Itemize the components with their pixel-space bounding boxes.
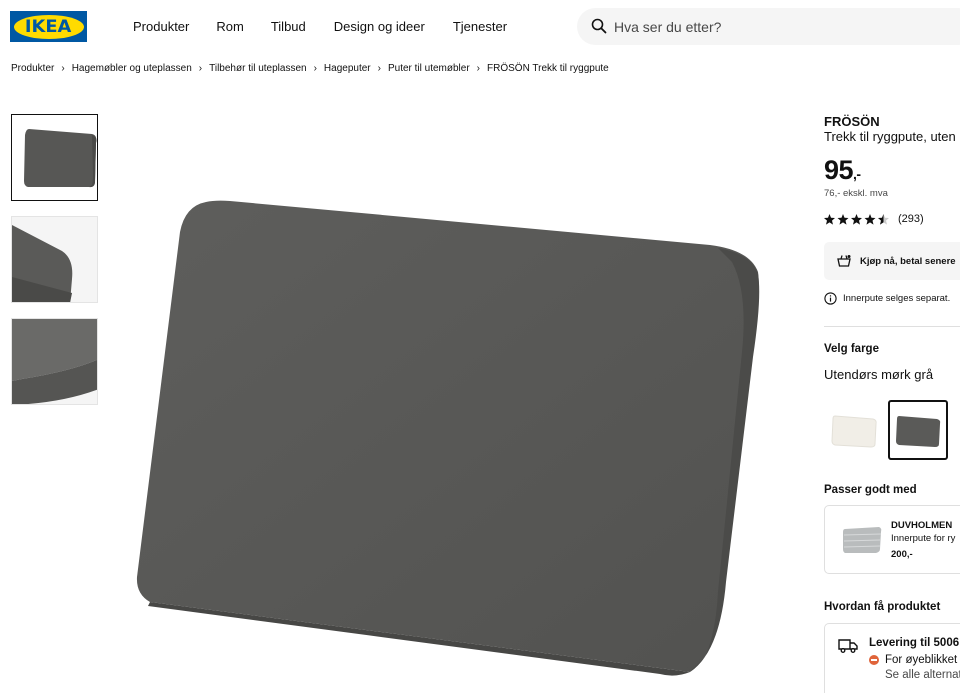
search-icon	[591, 18, 607, 34]
breadcrumb-item[interactable]: Hageputer	[324, 63, 371, 74]
logo-text: IKEA	[25, 16, 72, 37]
thumbnail-front[interactable]	[11, 114, 98, 201]
swatch-dark-grey-image	[896, 416, 941, 447]
duvholmen-image	[843, 527, 882, 553]
nav-item-produkter[interactable]: Produkter	[133, 19, 189, 34]
price-suffix: ,-	[853, 166, 861, 182]
breadcrumb-current[interactable]: FRÖSÖN Trekk til ryggpute	[487, 63, 609, 74]
swatch-white[interactable]	[824, 400, 884, 460]
chevron-right-icon: ›	[61, 63, 65, 74]
match-card[interactable]: DUVHOLMEN Innerpute for ry 200,-	[824, 505, 960, 574]
delivery-card[interactable]: Levering til 5006 For øyeblikket Se alle…	[824, 623, 960, 693]
breadcrumb-item[interactable]: Hagemøbler og uteplassen	[72, 63, 192, 74]
chevron-right-icon: ›	[476, 63, 481, 74]
rating-count[interactable]: (293)	[898, 213, 924, 225]
info-icon	[824, 292, 837, 305]
delivery-alternatives-link[interactable]: Se alle alternat	[885, 669, 960, 681]
pay-later-icon	[837, 255, 851, 267]
chevron-right-icon: ›	[313, 63, 317, 74]
truck-icon	[838, 639, 858, 653]
delivery-status: For øyeblikket	[869, 654, 957, 666]
delivery-title: Levering til 5006	[869, 637, 960, 649]
product-main-image[interactable]	[120, 112, 810, 693]
breadcrumb-item[interactable]: Tilbehør til uteplassen	[209, 63, 306, 74]
search-input[interactable]	[614, 8, 954, 45]
selected-color-name: Utendørs mørk grå	[824, 367, 934, 382]
cushion-detail-image	[12, 319, 97, 404]
info-note-row: Innerpute selges separat.	[824, 292, 950, 305]
match-price: 200,-	[891, 549, 913, 560]
divider	[824, 326, 960, 327]
match-name: DUVHOLMEN	[891, 520, 953, 531]
breadcrumb-item[interactable]: Produkter	[11, 63, 54, 74]
ikea-logo[interactable]: IKEA	[10, 11, 87, 42]
product-subtitle: Trekk til ryggpute, uten	[824, 129, 956, 144]
info-note: Innerpute selges separat.	[843, 293, 951, 304]
breadcrumb: Produkter › Hagemøbler og uteplassen › T…	[11, 63, 609, 74]
nav-item-design-og-ideer[interactable]: Design og ideer	[334, 19, 425, 34]
star-icon	[824, 213, 889, 225]
match-desc: Innerpute for ry	[891, 533, 956, 544]
price-value: 95	[824, 155, 854, 185]
cushion-folded-image	[12, 225, 73, 302]
swatch-white-image	[831, 415, 877, 448]
pay-later-text: Kjøp nå, betal senere	[860, 255, 956, 267]
matches-heading: Passer godt med	[824, 484, 917, 496]
nav-item-tilbud[interactable]: Tilbud	[271, 19, 306, 34]
delivery-heading: Hvordan få produktet	[824, 601, 941, 613]
logo-oval: IKEA	[13, 14, 84, 39]
product-price: 95,-	[824, 155, 861, 186]
price-ex-vat: 76,- ekskl. mva	[824, 188, 888, 199]
status-dot-icon	[869, 655, 879, 665]
rating[interactable]: (293)	[824, 213, 924, 225]
chevron-right-icon: ›	[198, 63, 203, 74]
main-nav: Produkter Rom Tilbud Design og ideer Tje…	[133, 19, 507, 34]
search-bar[interactable]	[577, 8, 960, 45]
thumbnail-detail[interactable]	[11, 318, 98, 405]
thumbnail-folded[interactable]	[11, 216, 98, 303]
chevron-right-icon: ›	[377, 63, 381, 74]
nav-item-tjenester[interactable]: Tjenester	[453, 19, 507, 34]
color-heading: Velg farge	[824, 343, 879, 355]
swatch-dark-grey[interactable]	[888, 400, 948, 460]
cushion-thumbnail-image	[24, 129, 97, 188]
pay-later-banner[interactable]: Kjøp nå, betal senere	[824, 242, 960, 280]
nav-item-rom[interactable]: Rom	[216, 19, 243, 34]
delivery-status-text: For øyeblikket	[885, 654, 958, 666]
breadcrumb-item[interactable]: Puter til utemøbler	[388, 63, 470, 74]
product-brand: FRÖSÖN	[824, 114, 880, 129]
